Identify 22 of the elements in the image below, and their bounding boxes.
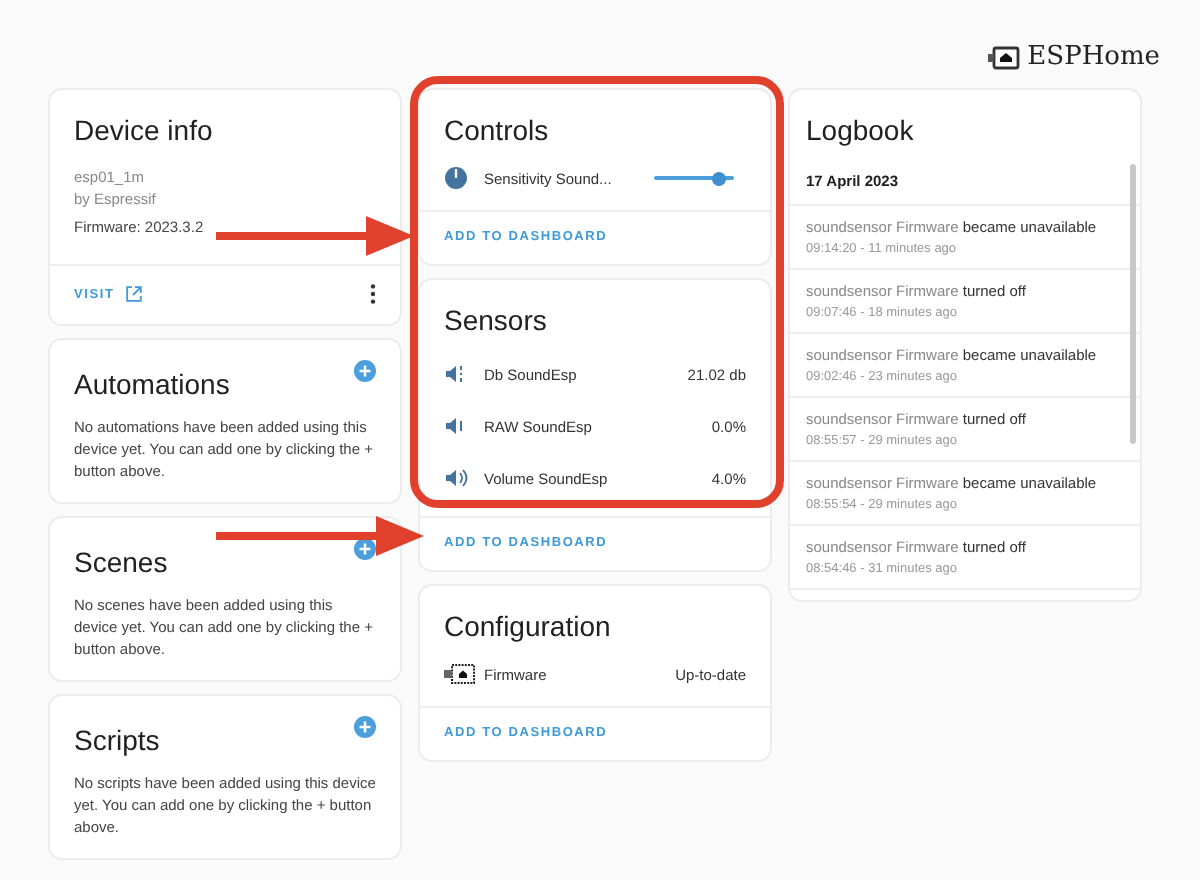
card-title: Configuration — [442, 608, 613, 642]
logo-icon — [987, 45, 1020, 69]
card-title: Scripts — [72, 722, 162, 756]
add-icon[interactable] — [354, 537, 376, 559]
more-menu-icon[interactable] — [370, 284, 376, 304]
speaker-icon — [444, 466, 468, 490]
card-title: Scenes — [72, 544, 170, 578]
add-icon[interactable] — [354, 715, 376, 737]
external-link-icon — [126, 286, 143, 302]
card-title: Logbook — [804, 112, 916, 146]
add-icon[interactable] — [354, 359, 376, 381]
card-title: Device info — [72, 112, 215, 146]
speaker-icon — [444, 362, 468, 386]
card-title: Sensors — [442, 302, 549, 336]
slider-thumb[interactable] — [712, 171, 727, 185]
chip-icon — [444, 662, 480, 686]
dial-icon — [444, 166, 468, 190]
scrollbar[interactable] — [1130, 164, 1136, 444]
speaker-icon — [444, 414, 468, 438]
card-title: Automations — [72, 366, 232, 400]
logo-text: ESPHome — [1027, 42, 1160, 72]
card-title: Controls — [442, 112, 551, 146]
